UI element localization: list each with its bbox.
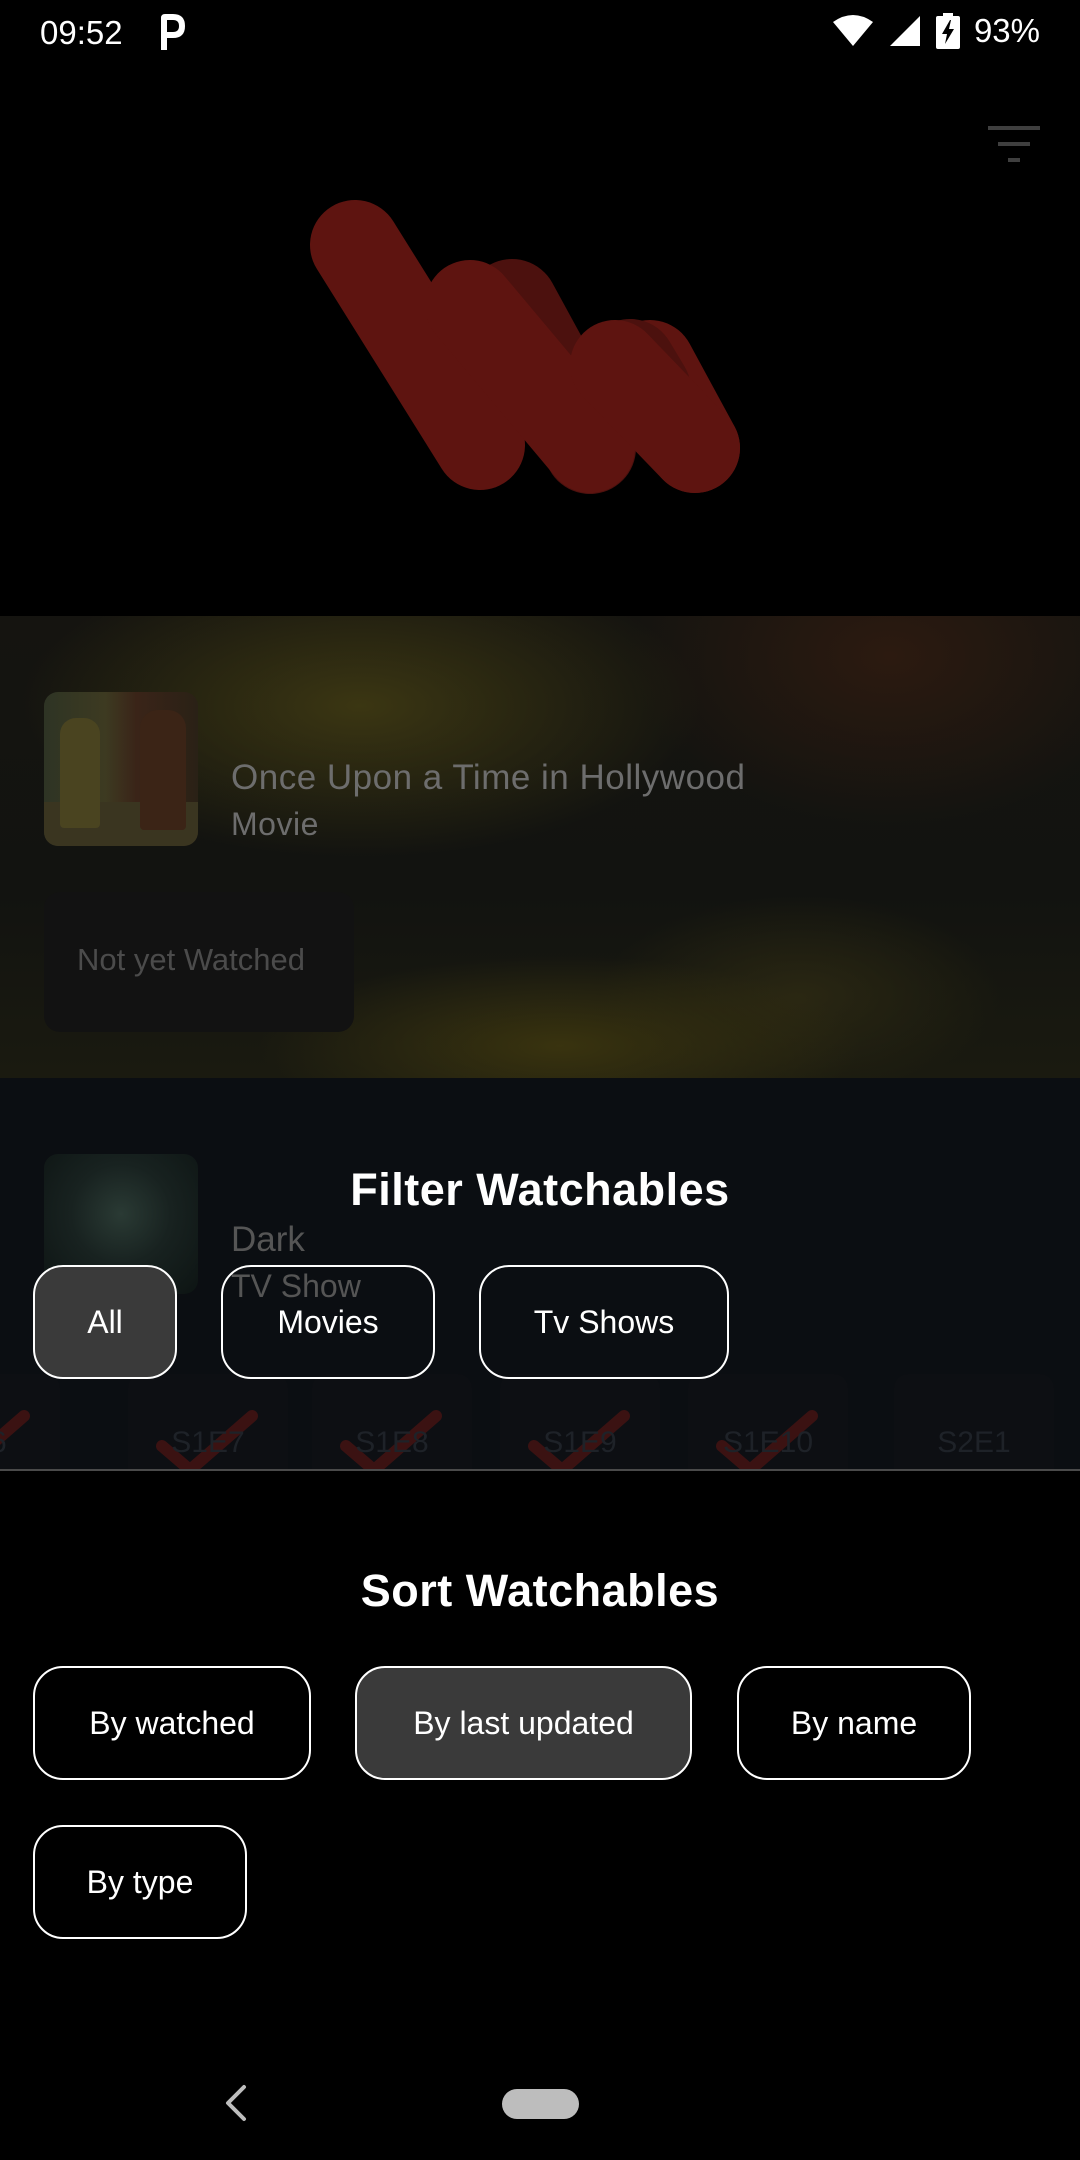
screen: Once Upon a Time in Hollywood Movie Not … [0, 0, 1080, 2160]
filter-chip-all[interactable]: All [33, 1265, 177, 1379]
parking-app-icon [161, 14, 185, 50]
watch-status-button[interactable]: Not yet Watched [44, 892, 354, 1032]
sort-chip-label: By watched [89, 1704, 255, 1741]
navigation-bar [0, 2049, 1080, 2160]
sort-chip-label: By last updated [413, 1704, 634, 1741]
filter-title: Filter Watchables [350, 1164, 730, 1215]
sort-title: Sort Watchables [360, 1565, 720, 1616]
watchable-card-movie[interactable]: Once Upon a Time in Hollywood Movie Not … [0, 616, 1080, 1078]
sort-chip-by-last-updated[interactable]: By last updated [355, 1666, 692, 1780]
filter-chip-tv-shows[interactable]: Tv Shows [479, 1265, 729, 1379]
episode-label: S1E8 [355, 1426, 429, 1459]
wifi-icon [832, 15, 873, 46]
sort-chip-by-watched[interactable]: By watched [33, 1666, 311, 1780]
watchable-type: Movie [231, 806, 319, 842]
episode-label: 1E6 [0, 1426, 60, 1460]
back-icon[interactable] [222, 2081, 250, 2125]
status-icons: 93% [832, 12, 1040, 50]
signal-icon [889, 16, 920, 46]
status-time: 09:52 [40, 14, 123, 51]
filter-chip-movies[interactable]: Movies [221, 1265, 435, 1379]
sort-chip-label: By type [86, 1863, 194, 1900]
battery-charging-icon [935, 13, 960, 49]
episode-label: S2E1 [937, 1426, 1011, 1459]
filter-chip-label: Tv Shows [533, 1303, 675, 1340]
episode-label: S1E7 [171, 1426, 245, 1459]
filter-icon[interactable] [986, 122, 1042, 166]
watchable-title: Once Upon a Time in Hollywood [231, 758, 746, 797]
watchable-title: Dark [231, 1220, 305, 1259]
status-bar: 09:52 93% [0, 0, 1080, 72]
sort-chip-by-name[interactable]: By name [737, 1666, 971, 1780]
episode-label: S1E10 [722, 1426, 814, 1459]
watch-status-label: Not yet Watched [77, 942, 306, 977]
filter-chip-label: Movies [277, 1303, 379, 1340]
filter-chip-label: All [87, 1303, 123, 1340]
app-logo [310, 200, 740, 494]
home-pill[interactable] [502, 2089, 579, 2119]
battery-percent: 93% [973, 12, 1040, 49]
sort-chip-label: By name [790, 1704, 918, 1741]
episode-label: S1E9 [543, 1426, 617, 1459]
movie-poster [44, 692, 198, 846]
sort-chip-by-type[interactable]: By type [33, 1825, 247, 1939]
